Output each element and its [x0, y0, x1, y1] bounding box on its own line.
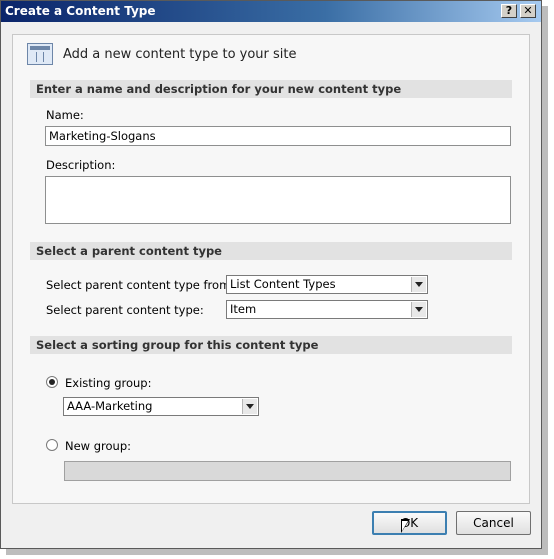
section-header-sorting: Select a sorting group for this content … — [30, 336, 512, 354]
dialog-header-text: Add a new content type to your site — [63, 47, 297, 62]
new-group-radio[interactable] — [46, 439, 58, 451]
window-title: Create a Content Type — [5, 4, 156, 18]
new-group-input[interactable] — [64, 461, 511, 481]
name-input[interactable] — [45, 126, 511, 146]
description-input[interactable] — [45, 176, 511, 224]
parent-from-label: Select parent content type from: — [46, 278, 235, 292]
parent-type-label: Select parent content type: — [46, 303, 204, 317]
chevron-down-icon[interactable] — [411, 302, 426, 317]
section-header-parent: Select a parent content type — [30, 242, 512, 260]
chevron-down-icon[interactable] — [242, 399, 257, 414]
parent-from-select[interactable]: List Content Types — [226, 275, 428, 294]
parent-type-value: Item — [230, 302, 257, 316]
existing-group-value: AAA-Marketing — [67, 399, 153, 413]
parent-type-select[interactable]: Item — [226, 300, 428, 319]
section-header-name-description: Enter a name and description for your ne… — [30, 80, 512, 98]
existing-group-select[interactable]: AAA-Marketing — [63, 397, 259, 416]
title-bar: Create a Content Type ? ✕ — [1, 1, 541, 22]
dialog-content-panel — [12, 34, 530, 504]
parent-from-value: List Content Types — [230, 277, 336, 291]
help-icon[interactable]: ? — [501, 4, 517, 18]
existing-group-label: Existing group: — [65, 376, 152, 390]
description-label: Description: — [46, 158, 116, 172]
close-icon[interactable]: ✕ — [520, 4, 536, 18]
name-label: Name: — [46, 108, 84, 122]
dialog-window: Create a Content Type ? ✕ Add a new cont… — [0, 0, 542, 549]
chevron-down-icon[interactable] — [411, 277, 426, 292]
new-group-label: New group: — [65, 439, 132, 453]
cancel-button[interactable]: Cancel — [456, 511, 531, 535]
content-type-icon — [27, 43, 53, 65]
existing-group-radio[interactable] — [46, 376, 58, 388]
